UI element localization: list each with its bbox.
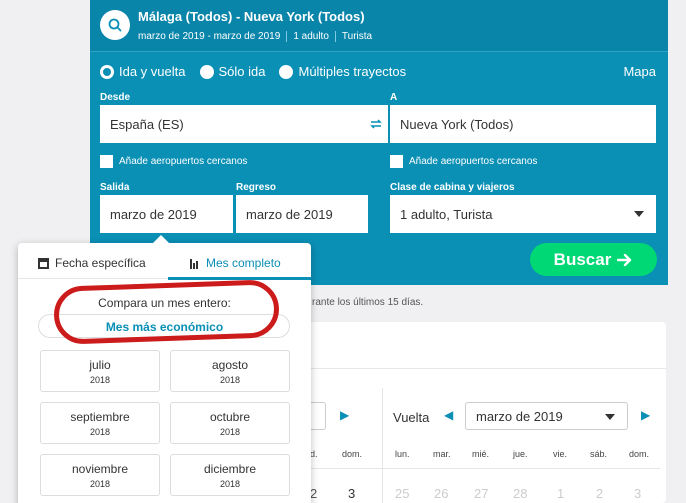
dow-left-sat: d.: [310, 449, 318, 459]
arrow-right-icon: [617, 253, 632, 266]
calendar-card: ▶ Vuelta ◀ marzo de 2019 ▶ d. dom. lun. …: [300, 322, 666, 503]
search-summary[interactable]: Málaga (Todos) - Nueva York (Todos) marz…: [90, 0, 668, 52]
day-cell: 3: [634, 486, 642, 501]
return-label-calendar: Vuelta: [393, 410, 430, 425]
dow-divider: [300, 468, 660, 469]
chevron-down-icon: [634, 211, 644, 217]
month-option-september[interactable]: septiembre 2018: [40, 402, 160, 444]
card-divider: [300, 368, 666, 369]
day-cell: 1: [557, 486, 565, 501]
dow-sun: dom.: [629, 449, 650, 459]
day-cell: 27: [474, 486, 489, 501]
month-year: 2018: [219, 479, 241, 489]
day-cell: 25: [395, 486, 410, 501]
caret-right-icon[interactable]: ▶: [641, 408, 650, 422]
month-option-july[interactable]: julio 2018: [40, 350, 160, 392]
month-year: 2018: [89, 375, 111, 385]
radio-one-way-label: Sólo ida: [218, 64, 266, 79]
popup-notch: [153, 235, 169, 243]
dow-wed: mié.: [472, 449, 490, 459]
red-annotation-ring: [53, 279, 280, 345]
dow-tue: mar.: [433, 449, 451, 459]
cabin-label: Clase de cabina y viajeros: [390, 182, 515, 193]
month-name: noviembre: [71, 462, 129, 476]
dow-thu: jue.: [513, 449, 528, 459]
day-cell: 28: [513, 486, 528, 501]
card-vertical-divider: [382, 388, 383, 503]
to-label: A: [390, 92, 398, 103]
month-year: 2018: [219, 427, 241, 437]
bar-chart-icon: [190, 258, 199, 269]
from-label: Desde: [100, 92, 131, 103]
trip-type-group: Ida y vuelta Sólo ida Múltiples trayecto…: [100, 64, 420, 79]
return-month-select[interactable]: marzo de 2019: [465, 402, 628, 430]
tab-whole-month[interactable]: Mes completo: [190, 256, 281, 270]
cabin-travellers-select[interactable]: 1 adulto, Turista: [390, 195, 656, 233]
summary-dates: marzo de 2019 - marzo de 2019: [138, 31, 281, 42]
radio-multi-city-label: Múltiples trayectos: [298, 64, 407, 79]
month-year: 2018: [219, 375, 241, 385]
to-nearby-checkbox[interactable]: Añade aeropuertos cercanos: [390, 155, 537, 168]
day-cell: 26: [434, 486, 449, 501]
radio-round-trip[interactable]: Ida y vuelta: [100, 64, 186, 79]
month-name: octubre: [209, 410, 251, 424]
date-picker-popup: Fecha específica Mes completo Compara un…: [18, 235, 311, 503]
summary-route: Málaga (Todos) - Nueva York (Todos): [138, 9, 365, 24]
summary-meta: marzo de 2019 - marzo de 2019 1 adulto T…: [138, 31, 378, 42]
tab-specific-date[interactable]: Fecha específica: [38, 256, 146, 270]
chevron-down-icon: [605, 414, 615, 420]
day-cell: 2: [596, 486, 604, 501]
radio-one-way[interactable]: Sólo ida: [199, 64, 266, 79]
month-name: septiembre: [70, 410, 130, 424]
from-nearby-label: Añade aeropuertos cercanos: [119, 156, 248, 167]
from-nearby-checkbox[interactable]: Añade aeropuertos cercanos: [100, 155, 247, 168]
month-name: agosto: [211, 358, 249, 372]
day-cell[interactable]: 3: [348, 486, 355, 501]
month-option-august[interactable]: agosto 2018: [170, 350, 290, 392]
return-field[interactable]: marzo de 2019: [236, 195, 368, 233]
map-link[interactable]: Mapa: [623, 64, 656, 79]
to-nearby-label: Añade aeropuertos cercanos: [409, 156, 538, 167]
caret-right-icon[interactable]: ▶: [340, 408, 349, 422]
month-name: julio: [89, 358, 111, 372]
dow-left-sun: dom.: [342, 449, 363, 459]
radio-multi-city[interactable]: Múltiples trayectos: [279, 64, 406, 79]
return-label: Regreso: [236, 182, 277, 193]
month-name: diciembre: [203, 462, 257, 476]
dow-sat: sáb.: [590, 449, 608, 459]
tab-whole-month-label: Mes completo: [206, 256, 281, 270]
price-note: rante los últimos 15 días.: [312, 297, 424, 308]
month-option-october[interactable]: octubre 2018: [170, 402, 290, 444]
cabin-travellers-value: 1 adulto, Turista: [400, 206, 493, 222]
depart-label: Salida: [100, 182, 130, 193]
swap-icon[interactable]: [370, 118, 382, 133]
dow-fri: vie.: [553, 449, 568, 459]
summary-travellers: 1 adulto: [286, 31, 335, 42]
radio-round-trip-label: Ida y vuelta: [119, 64, 186, 79]
dow-mon: lun.: [395, 449, 410, 459]
depart-field[interactable]: marzo de 2019: [100, 195, 233, 233]
day-cell[interactable]: 2: [310, 486, 317, 501]
month-year: 2018: [89, 479, 111, 489]
tab-specific-date-label: Fecha específica: [55, 256, 146, 270]
summary-cabin: Turista: [334, 31, 378, 42]
search-button-label: Buscar: [553, 249, 612, 269]
month-year: 2018: [89, 427, 111, 437]
search-button[interactable]: Buscar: [530, 243, 657, 276]
to-field[interactable]: Nueva York (Todos): [390, 105, 656, 143]
calendar-icon: [38, 257, 49, 269]
month-option-november[interactable]: noviembre 2018: [40, 454, 160, 496]
search-icon[interactable]: [100, 10, 130, 40]
caret-left-icon[interactable]: ◀: [444, 408, 453, 422]
return-month-value: marzo de 2019: [476, 408, 563, 424]
from-field[interactable]: España (ES): [100, 105, 388, 143]
month-option-december[interactable]: diciembre 2018: [170, 454, 290, 496]
